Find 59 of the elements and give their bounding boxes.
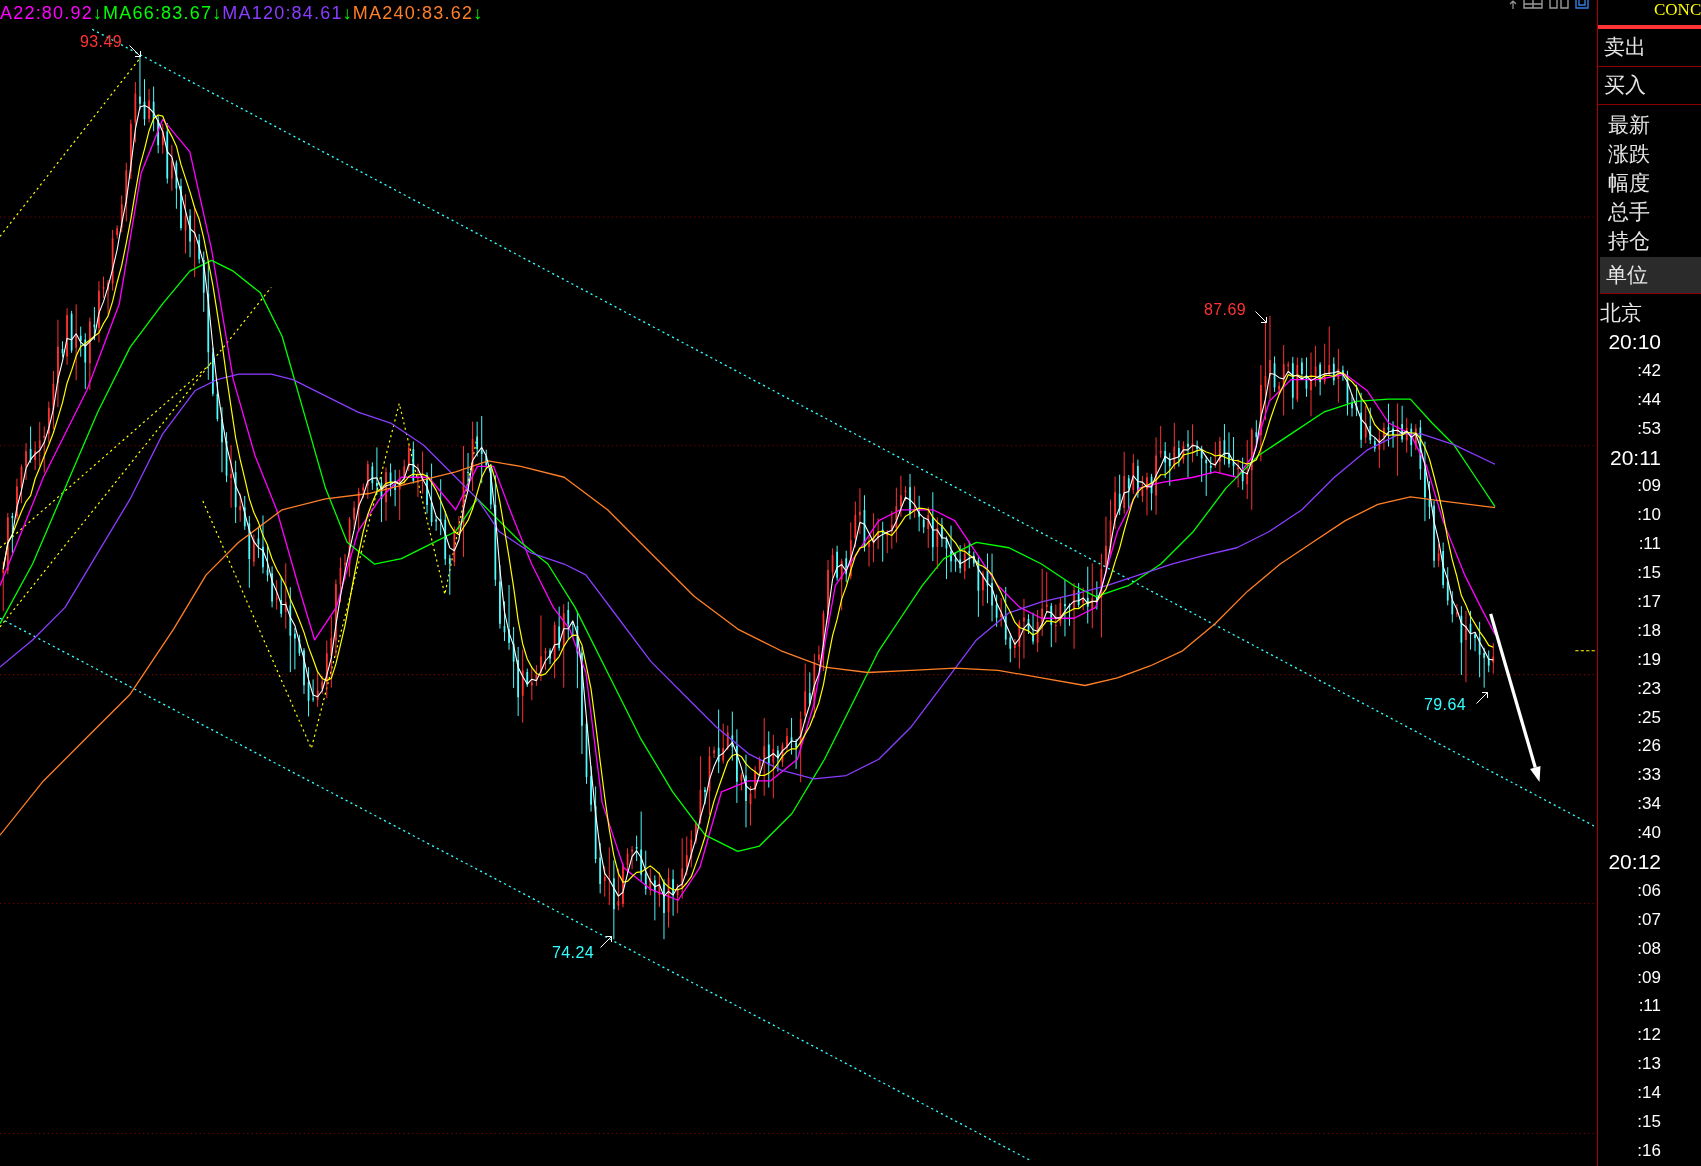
time-label: :26 bbox=[1637, 737, 1661, 755]
sell-label: 卖出 bbox=[1604, 37, 1646, 58]
field-label: 总手 bbox=[1608, 202, 1650, 223]
time-label: :15 bbox=[1637, 564, 1661, 582]
time-label: :34 bbox=[1637, 795, 1661, 813]
time-label: :33 bbox=[1637, 766, 1661, 784]
time-label: :40 bbox=[1637, 824, 1661, 842]
grid-icon[interactable] bbox=[1549, 0, 1569, 9]
unit-header: 单位 bbox=[1600, 257, 1701, 294]
time-label: :53 bbox=[1637, 419, 1661, 437]
time-label: :10 bbox=[1637, 506, 1661, 524]
time-label: :06 bbox=[1637, 881, 1661, 899]
time-label: :12 bbox=[1637, 1026, 1661, 1044]
arrow-icon bbox=[1476, 692, 1488, 704]
price-label: 93.49 bbox=[80, 34, 123, 50]
trend-arrow: ↓ bbox=[342, 4, 353, 22]
time-label: 20:12 bbox=[1608, 850, 1661, 872]
trend-arrow: ↓ bbox=[92, 4, 104, 22]
price-label: 74.24 bbox=[552, 945, 595, 961]
field-label: 最新 bbox=[1608, 115, 1650, 136]
time-label: 20:10 bbox=[1608, 330, 1661, 352]
time-label: :13 bbox=[1637, 1055, 1661, 1073]
price-marker bbox=[1574, 650, 1597, 652]
time-label: :07 bbox=[1637, 910, 1661, 928]
symbol-code: CONC bbox=[1654, 1, 1701, 18]
trend-arrow: ↓ bbox=[473, 4, 484, 22]
time-label: :25 bbox=[1637, 708, 1661, 726]
buy-label: 买入 bbox=[1604, 75, 1646, 96]
indicator-value: MA66:83.67 bbox=[103, 4, 213, 22]
time-label: :11 bbox=[1638, 997, 1661, 1015]
field-label: 持仓 bbox=[1608, 231, 1650, 252]
time-label: :44 bbox=[1637, 390, 1661, 408]
field-label: 涨跌 bbox=[1608, 144, 1650, 165]
time-label: :15 bbox=[1637, 1113, 1661, 1130]
time-label: :16 bbox=[1637, 1141, 1661, 1159]
time-label: :09 bbox=[1637, 968, 1661, 986]
time-label: :17 bbox=[1637, 592, 1661, 610]
timezone-label: 北京 bbox=[1600, 303, 1642, 324]
window-icon[interactable] bbox=[1523, 0, 1543, 9]
time-label: :09 bbox=[1637, 477, 1661, 495]
arrow-icon bbox=[129, 45, 141, 57]
indicator-value: A22:80.92 bbox=[0, 4, 93, 22]
field-label: 幅度 bbox=[1608, 173, 1650, 194]
arrow-icon bbox=[600, 936, 612, 948]
trend-arrow: ↓ bbox=[212, 4, 223, 22]
arrow-icon[interactable] bbox=[1509, 0, 1517, 9]
time-label: :42 bbox=[1637, 361, 1661, 379]
time-label: 20:11 bbox=[1610, 446, 1661, 468]
price-label: 87.69 bbox=[1204, 302, 1247, 318]
price-label: 79.64 bbox=[1424, 697, 1467, 713]
indicator-value: MA120:84.61 bbox=[222, 4, 343, 22]
time-label: :08 bbox=[1637, 939, 1661, 957]
time-label: :19 bbox=[1637, 650, 1661, 668]
time-label: :23 bbox=[1637, 679, 1661, 697]
arrow-icon bbox=[1255, 311, 1267, 323]
time-label: :18 bbox=[1637, 621, 1661, 639]
time-label: :14 bbox=[1637, 1084, 1661, 1102]
indicator-value: MA240:83.62 bbox=[352, 4, 474, 22]
time-label: :11 bbox=[1638, 535, 1661, 553]
